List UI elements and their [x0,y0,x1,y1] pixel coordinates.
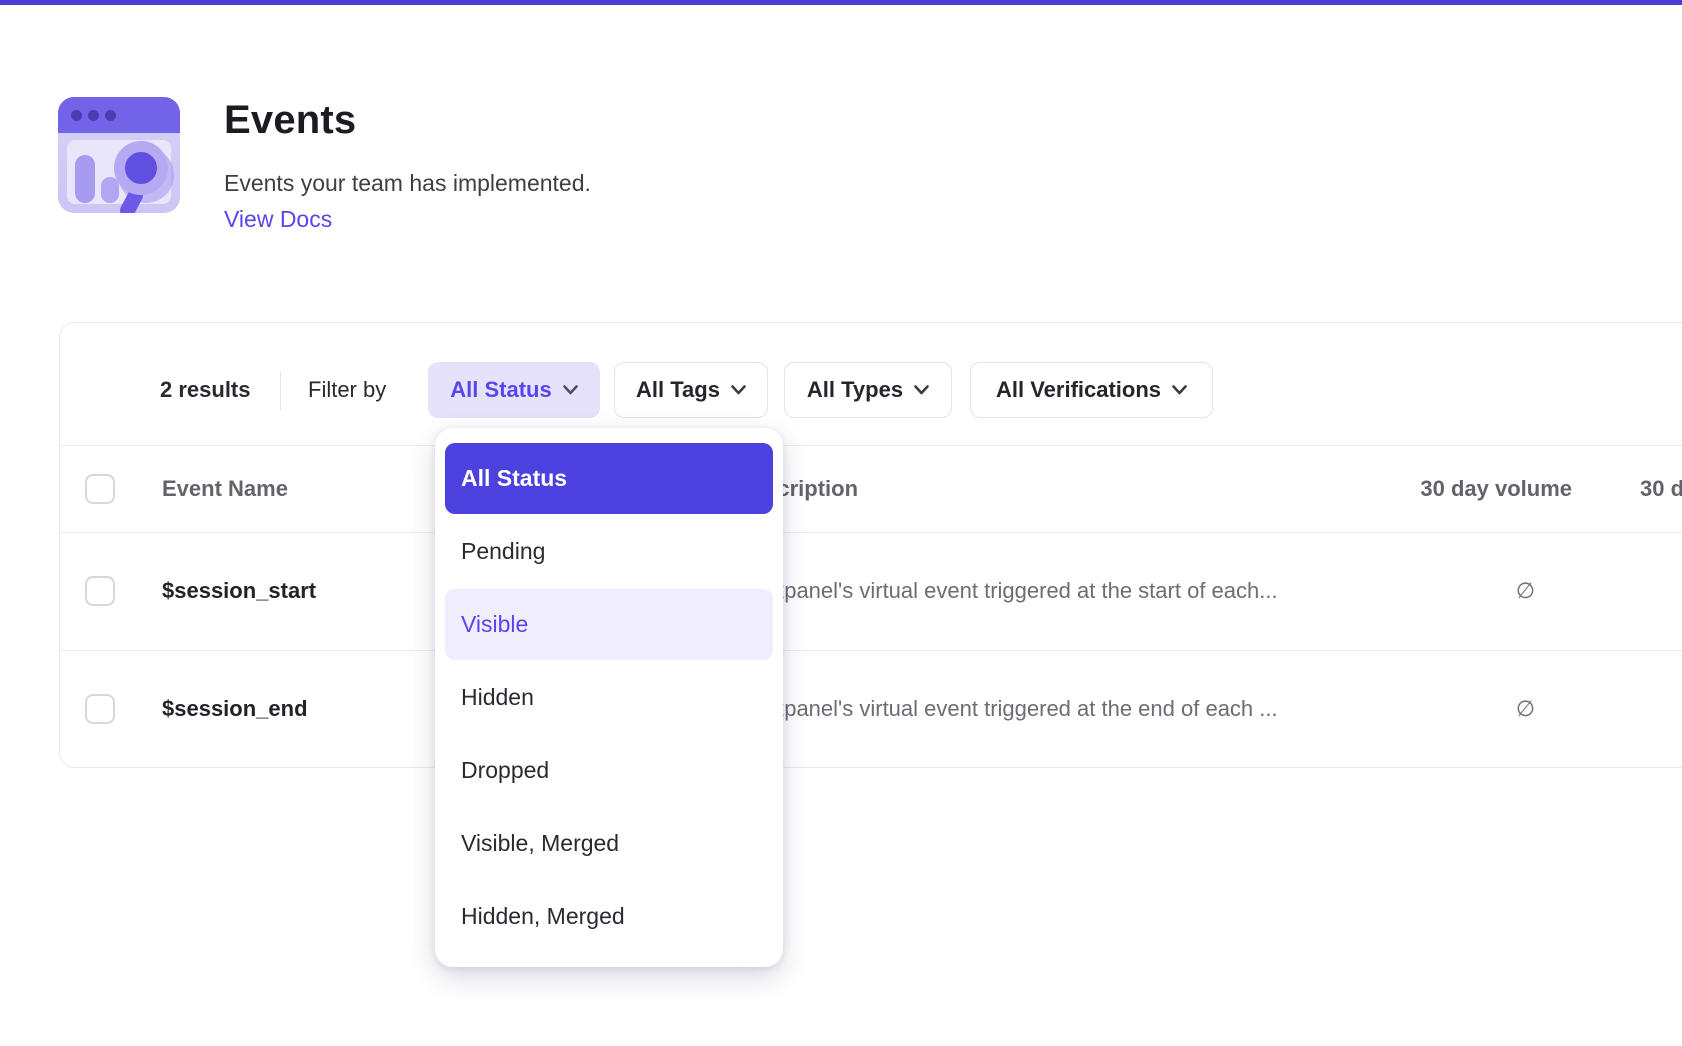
top-accent-bar [0,0,1682,5]
filter-by-label: Filter by [308,362,386,418]
icon-window-dot [88,110,99,121]
event-description: Mixpanel's virtual event triggered at th… [750,532,1278,650]
menu-item-dropped[interactable]: Dropped [445,735,773,806]
event-description: Mixpanel's virtual event triggered at th… [750,650,1278,768]
status-filter-label: All Status [450,377,551,403]
event-30-day-volume: ∅ [1516,532,1535,650]
tags-filter-button[interactable]: All Tags [614,362,768,418]
row-checkbox[interactable] [85,694,115,724]
event-name[interactable]: $session_start [162,532,316,650]
status-dropdown-menu: All Status Pending Visible Hidden Droppe… [435,428,783,967]
page-title: Events [224,98,356,143]
menu-item-all-status[interactable]: All Status [445,443,773,514]
column-30-day-truncated[interactable]: 30 d [1640,445,1682,532]
view-docs-link[interactable]: View Docs [224,206,332,233]
event-30-day-volume: ∅ [1516,650,1535,768]
chevron-down-icon [1172,385,1187,395]
verifications-filter-button[interactable]: All Verifications [970,362,1213,418]
page-subtitle: Events your team has implemented. [224,170,591,197]
tags-filter-label: All Tags [636,377,720,403]
status-filter-button[interactable]: All Status [428,362,600,418]
menu-item-visible-merged[interactable]: Visible, Merged [445,808,773,879]
icon-chart-bar [75,155,95,203]
toolbar-divider [280,372,281,410]
menu-item-hidden-merged[interactable]: Hidden, Merged [445,881,773,952]
select-all-checkbox[interactable] [85,474,115,504]
types-filter-button[interactable]: All Types [784,362,952,418]
chevron-down-icon [914,385,929,395]
menu-item-pending[interactable]: Pending [445,516,773,587]
table-row[interactable]: $session_start Mixpanel's virtual event … [60,532,1682,650]
icon-window-dot [71,110,82,121]
events-app-icon [58,97,180,213]
table-row[interactable]: $session_end Mixpanel's virtual event tr… [60,650,1682,768]
verifications-filter-label: All Verifications [996,377,1161,403]
icon-window-dot [105,110,116,121]
chevron-down-icon [563,385,578,395]
menu-item-visible[interactable]: Visible [445,589,773,660]
chevron-down-icon [731,385,746,395]
results-count: 2 results [160,362,251,418]
row-checkbox[interactable] [85,576,115,606]
event-name[interactable]: $session_end [162,650,308,768]
column-event-name[interactable]: Event Name [162,445,288,532]
icon-magnifier-lens [114,141,168,195]
menu-item-hidden[interactable]: Hidden [445,662,773,733]
events-page: Events Events your team has implemented.… [0,0,1682,1046]
types-filter-label: All Types [807,377,903,403]
column-30-day-volume[interactable]: 30 day volume [1420,445,1572,532]
